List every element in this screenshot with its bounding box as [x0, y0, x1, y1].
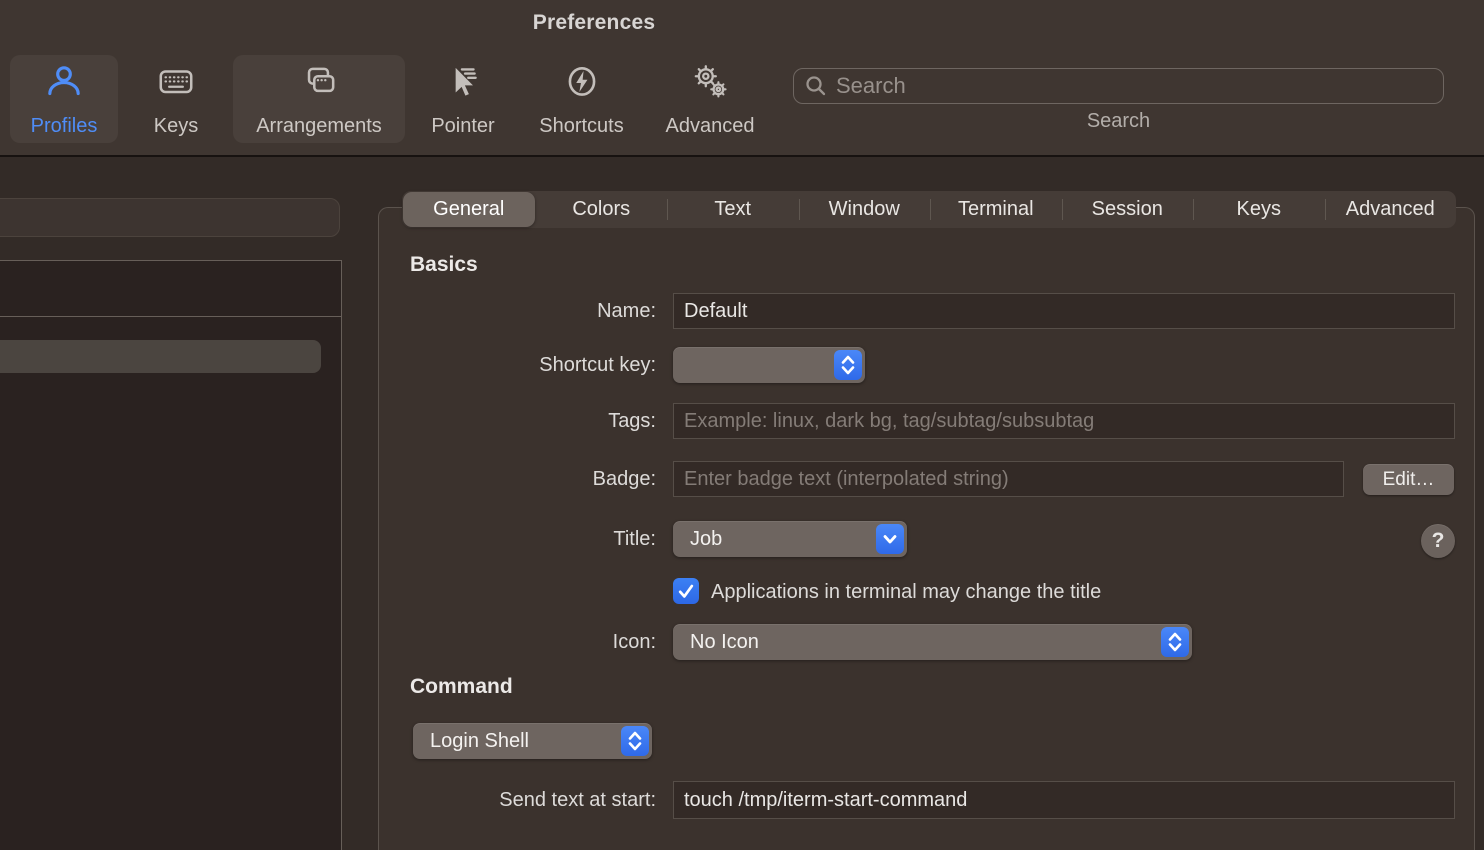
title-popup-value: Job [673, 528, 907, 551]
tab-general[interactable]: General [403, 192, 535, 227]
icon-popup[interactable]: No Icon [673, 624, 1192, 660]
toolbar-item-advanced[interactable]: Advanced [656, 55, 764, 143]
name-label: Name: [399, 300, 656, 323]
toolbar-item-keys[interactable]: Keys [141, 55, 211, 143]
gears-icon [689, 61, 731, 108]
shortcut-key-label: Shortcut key: [399, 354, 656, 377]
updown-chevrons-icon [834, 350, 862, 380]
tab-keys[interactable]: Keys [1193, 191, 1325, 228]
toolbar-item-arrangements[interactable]: Arrangements [233, 55, 405, 143]
badge-label: Badge: [399, 468, 656, 491]
profiles-filter-field[interactable] [0, 198, 340, 237]
window-arrangements-icon [298, 61, 340, 108]
window-title: Preferences [444, 11, 744, 35]
profiles-list [0, 260, 342, 850]
tab-window[interactable]: Window [799, 191, 931, 228]
tab-advanced[interactable]: Advanced [1325, 191, 1457, 228]
shortcut-key-popup[interactable] [673, 347, 865, 383]
basics-section-header: Basics [410, 253, 478, 277]
lightning-bolt-icon [561, 61, 603, 108]
tags-field[interactable] [673, 403, 1455, 439]
tab-terminal[interactable]: Terminal [930, 191, 1062, 228]
updown-chevrons-icon [1161, 627, 1189, 657]
toolbar-search-field[interactable] [793, 68, 1444, 104]
send-text-field[interactable] [673, 781, 1455, 819]
toolbar-item-label: Shortcuts [539, 116, 623, 136]
search-input[interactable] [836, 73, 1433, 99]
profile-row-selected[interactable] [0, 340, 321, 373]
checkmark-icon [676, 581, 696, 601]
toolbar: Preferences Profiles [0, 0, 1484, 157]
search-caption: Search [793, 110, 1444, 133]
toolbar-item-label: Pointer [431, 116, 494, 136]
send-text-label: Send text at start: [399, 789, 656, 812]
toolbar-item-shortcuts[interactable]: Shortcuts [528, 55, 635, 143]
person-icon [43, 61, 85, 108]
help-button[interactable]: ? [1421, 524, 1455, 558]
profile-tabbar: General Colors Text Window Terminal Sess… [402, 191, 1456, 228]
icon-label: Icon: [399, 631, 656, 654]
preferences-window: Preferences Profiles [0, 0, 1484, 850]
toolbar-item-label: Keys [154, 116, 198, 136]
toolbar-item-label: Advanced [666, 116, 755, 136]
badge-field[interactable] [673, 461, 1344, 497]
profiles-list-header [0, 261, 341, 317]
command-popup[interactable]: Login Shell [413, 723, 652, 759]
pointer-icon [442, 61, 484, 108]
toolbar-item-label: Arrangements [256, 116, 382, 136]
tags-label: Tags: [399, 410, 656, 433]
toolbar-item-pointer[interactable]: Pointer [422, 55, 504, 143]
toolbar-item-profiles[interactable]: Profiles [10, 55, 118, 143]
command-section-header: Command [410, 675, 513, 699]
title-popup[interactable]: Job [673, 521, 907, 557]
icon-popup-value: No Icon [673, 631, 1192, 654]
toolbar-item-label: Profiles [31, 116, 98, 136]
general-tab-panel: Basics Name: Shortcut key: Tags: Badge: … [378, 207, 1475, 850]
updown-chevrons-icon [621, 726, 649, 756]
search-icon [804, 74, 828, 98]
chevron-down-icon [876, 524, 904, 554]
tab-session[interactable]: Session [1062, 191, 1194, 228]
title-label: Title: [399, 528, 656, 551]
tab-colors[interactable]: Colors [536, 191, 668, 228]
badge-edit-button[interactable]: Edit… [1363, 464, 1454, 495]
command-popup-value: Login Shell [413, 730, 652, 753]
keyboard-icon [155, 61, 197, 108]
name-field[interactable] [673, 293, 1455, 329]
tab-text[interactable]: Text [667, 191, 799, 228]
title-change-checkbox[interactable] [673, 578, 699, 604]
title-change-checkbox-label: Applications in terminal may change the … [711, 581, 1101, 604]
